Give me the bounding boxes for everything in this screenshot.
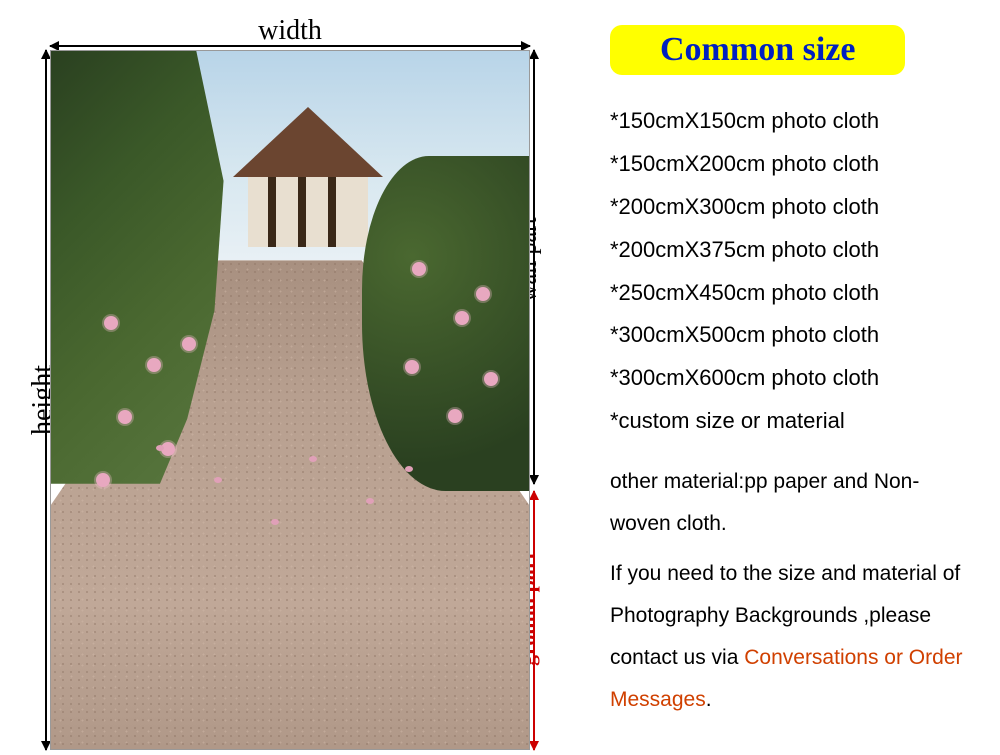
fallen-petals [99,435,481,540]
cottage-icon [233,107,383,247]
size-item: *150cmX150cm photo cloth [610,100,980,143]
size-item: *200cmX300cm photo cloth [610,186,980,229]
size-item: *custom size or material [610,400,980,443]
size-item: *150cmX200cm photo cloth [610,143,980,186]
size-item: *200cmX375cm photo cloth [610,229,980,272]
width-arrow [50,45,530,47]
size-list: *150cmX150cm photo cloth *150cmX200cm ph… [610,100,980,443]
contact-text-suffix: . [706,688,712,711]
flowers-right [376,226,519,470]
size-item: *300cmX500cm photo cloth [610,314,980,357]
contact-note: If you need to the size and material of … [610,553,980,721]
diagram-panel: width height wall part ground part [0,0,560,755]
size-item: *250cmX450cm photo cloth [610,272,980,315]
wall-part-arrow [533,50,535,484]
info-panel: Common size *150cmX150cm photo cloth *15… [560,0,1000,755]
height-arrow [45,50,47,750]
dimension-diagram: width height wall part ground part [50,50,530,750]
backdrop-photo [50,50,530,750]
common-size-title: Common size [610,25,905,75]
size-item: *300cmX600cm photo cloth [610,357,980,400]
width-label: width [258,15,322,47]
ground-part-arrow [533,491,535,750]
material-note: other material:pp paper and Non-woven cl… [610,461,980,545]
